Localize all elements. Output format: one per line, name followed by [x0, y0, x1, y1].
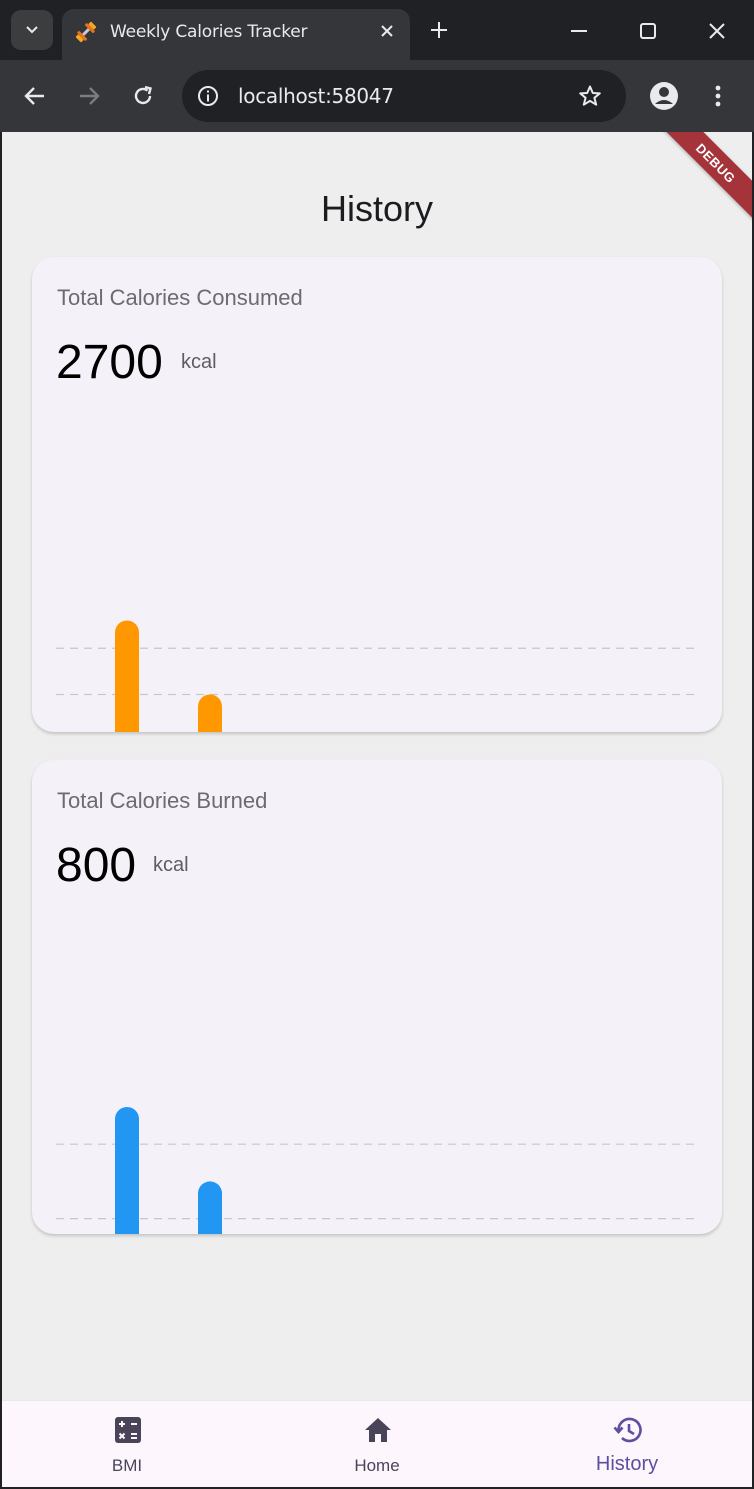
nav-item-bmi[interactable]: BMI	[2, 1401, 252, 1487]
back-button[interactable]	[17, 78, 53, 114]
arrow-right-icon	[80, 87, 100, 105]
arrow-left-icon	[24, 87, 44, 105]
minimize-icon	[571, 30, 587, 32]
reload-button[interactable]	[125, 78, 161, 114]
burned-bar-chart: MonTueWedThuFriSatSun	[56, 1107, 698, 1234]
tab-close-button[interactable]	[376, 20, 398, 42]
star-icon	[579, 85, 601, 106]
calories-consumed-card: Total Calories Consumed 2700 kcal MonTue…	[32, 257, 722, 732]
info-icon	[198, 86, 218, 106]
more-vertical-icon	[715, 85, 721, 107]
nav-item-home[interactable]: Home	[252, 1401, 502, 1487]
page-title: History	[320, 188, 433, 229]
tab-title: Weekly Calories Tracker	[110, 22, 308, 42]
app-viewport: DEBUG History Total Calories Consumed 27…	[2, 132, 752, 1487]
forward-button[interactable]	[71, 78, 107, 114]
chart-bar-mon	[115, 620, 139, 732]
history-icon	[613, 1417, 642, 1443]
url-text: localhost:58047	[238, 84, 394, 108]
dumbbell-icon	[75, 21, 97, 43]
nav-label: BMI	[111, 1456, 143, 1475]
profile-icon[interactable]	[648, 80, 680, 112]
bookmark-button[interactable]	[576, 82, 604, 110]
reload-icon	[134, 85, 152, 105]
nav-label: History	[595, 1453, 659, 1475]
calories-burned-card: Total Calories Burned 800 kcal MonTueWed…	[32, 760, 722, 1234]
close-icon	[709, 23, 725, 39]
calculator-icon	[115, 1417, 141, 1443]
nav-item-history[interactable]: History	[502, 1401, 752, 1487]
home-icon	[365, 1418, 391, 1442]
address-bar[interactable]: localhost:58047	[182, 70, 626, 122]
browser-menu-button[interactable]	[706, 80, 730, 112]
browser-tabbar: Weekly Calories Tracker	[0, 0, 754, 60]
maximize-icon	[640, 23, 656, 39]
close-icon	[381, 25, 393, 37]
nav-label: Home	[354, 1456, 400, 1475]
browser-toolbar: localhost:58047	[0, 60, 754, 132]
bottom-navigation: BMI Home History	[2, 1400, 752, 1487]
chart-bar-mon	[115, 1107, 139, 1234]
minimize-button[interactable]	[556, 14, 602, 48]
window-close-button[interactable]	[694, 14, 740, 48]
site-info-button[interactable]	[196, 84, 220, 108]
new-tab-button[interactable]	[428, 19, 450, 41]
chart-bar-tue	[198, 694, 222, 732]
plus-icon	[431, 22, 447, 38]
chevron-down-icon	[26, 26, 38, 34]
tab-search-button[interactable]	[11, 10, 53, 50]
browser-tab[interactable]: Weekly Calories Tracker	[62, 9, 410, 60]
maximize-button[interactable]	[625, 14, 671, 48]
chart-bar-tue	[198, 1181, 222, 1234]
consumed-bar-chart: MonTueWedThuFriSatSun	[56, 620, 698, 732]
